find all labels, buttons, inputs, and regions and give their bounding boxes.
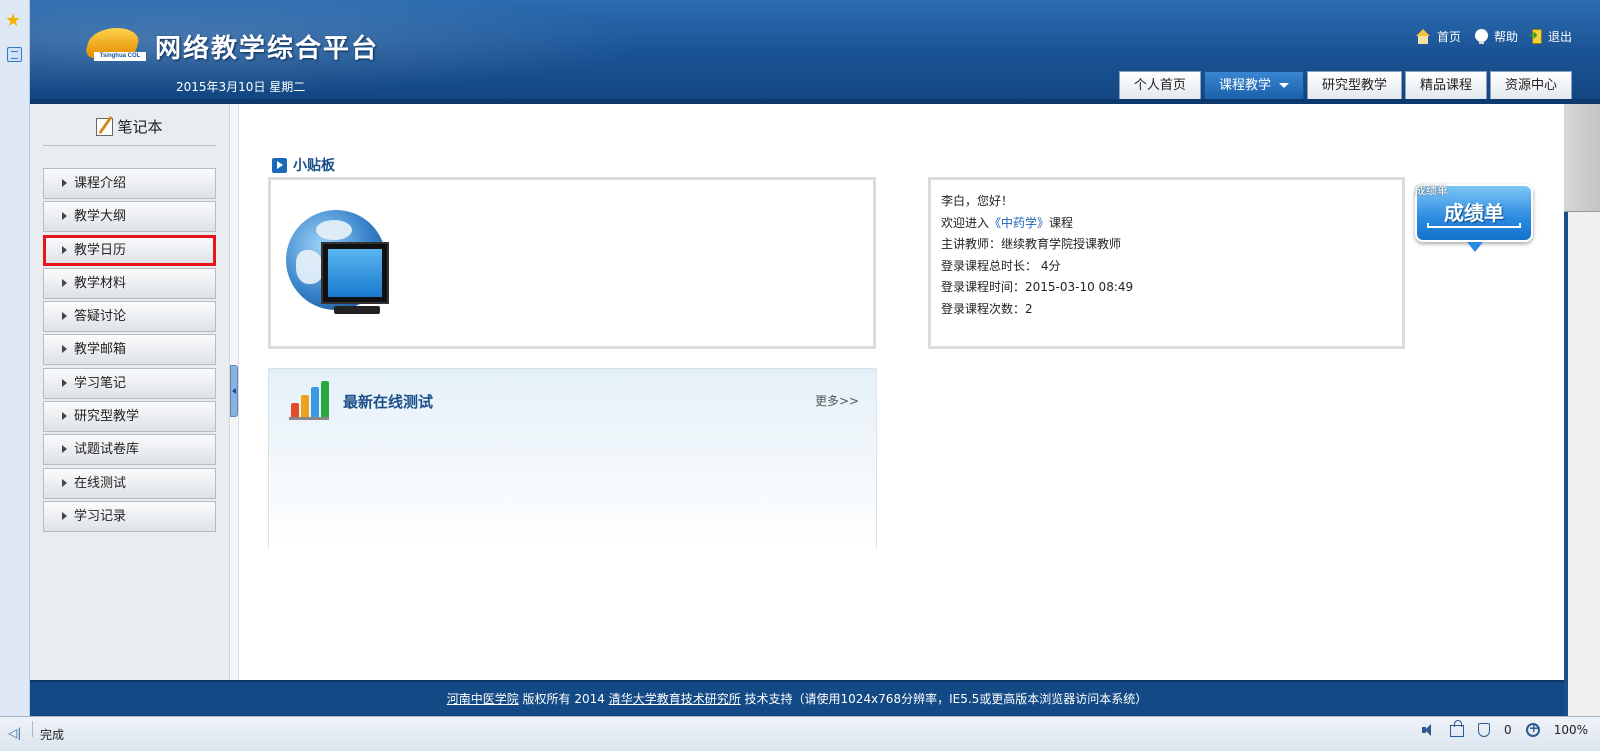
tab-quality-courses[interactable]: 精品课程 xyxy=(1404,71,1487,99)
monitor-screen xyxy=(328,249,382,297)
zoom-level[interactable]: 100% xyxy=(1554,723,1588,737)
login-time-text: 登录课程时间：2015-03-10 08:49 xyxy=(941,280,1134,294)
tsinghua-logo: Tsinghua COL xyxy=(83,24,146,62)
help-link-label: 帮助 xyxy=(1493,30,1518,44)
sidebar-collapse-handle[interactable] xyxy=(230,365,238,417)
zoom-icon[interactable] xyxy=(1525,721,1540,737)
favorites-rail: ★ xyxy=(0,0,30,733)
status-text: 完成 xyxy=(40,728,65,742)
grade-badge-label: 成绩单 xyxy=(1444,201,1504,225)
blocked-count: 0 xyxy=(1504,723,1512,737)
notice-board xyxy=(268,177,876,349)
tab-resource-center[interactable]: 资源中心 xyxy=(1489,71,1572,99)
total-duration-text: 登录课程总时长： 4分 xyxy=(941,258,1061,273)
bar-chart-icon-bar xyxy=(311,387,319,417)
sidebar: 笔记本 课程介绍 教学大纲 教学日历 教学材料 答疑讨论 教学邮箱 学习笔记 研… xyxy=(30,104,230,680)
bar-chart-icon-bar xyxy=(291,403,299,417)
more-link[interactable]: 更多>> xyxy=(815,392,859,409)
sidebar-item-study-records[interactable]: 学习记录 xyxy=(43,500,216,532)
footer-org-link[interactable]: 河南中医学院 xyxy=(447,692,519,706)
course-welcome-line: 欢迎进入《中药学》课程 xyxy=(941,213,1392,235)
grade-report-button[interactable]: 成绩单 成绩单 xyxy=(1415,182,1535,257)
bar-chart-icon-bar xyxy=(301,395,309,417)
login-count-text: 登录课程次数：2 xyxy=(941,301,1033,316)
teacher-text: 主讲教师：继续教育学院授课教师 xyxy=(941,237,1122,251)
sidebar-toggle-icon[interactable]: ◁| xyxy=(8,726,21,740)
speaker-icon[interactable] xyxy=(1420,723,1436,737)
status-separator xyxy=(32,721,33,737)
globe-land xyxy=(296,250,324,284)
exit-link-label: 退出 xyxy=(1547,30,1572,44)
welcome-prefix: 欢迎进入 xyxy=(941,215,990,230)
arrow-right-icon xyxy=(272,157,287,173)
tab-research-teaching[interactable]: 研究型教学 xyxy=(1306,71,1402,99)
sidebar-item-online-test[interactable]: 在线测试 xyxy=(43,467,216,499)
top-links: 首页 帮助 退出 xyxy=(1415,28,1572,45)
globe-land xyxy=(316,220,352,240)
current-date: 2015年3月10日 星期二 xyxy=(176,80,306,94)
footer-tech-link[interactable]: 清华大学教育技术研究所 xyxy=(609,692,741,706)
board-header: 小贴板 xyxy=(272,152,335,178)
help-link[interactable]: 帮助 xyxy=(1474,28,1518,45)
help-icon xyxy=(1474,29,1488,44)
bar-chart-icon-base xyxy=(289,417,329,420)
popup-blocker-icon[interactable] xyxy=(1478,723,1491,737)
exit-link[interactable]: 退出 xyxy=(1528,28,1572,45)
notebook-label: 笔记本 xyxy=(117,118,163,136)
exit-icon xyxy=(1528,28,1542,44)
home-link[interactable]: 首页 xyxy=(1415,28,1461,45)
welcome-suffix: 课程 xyxy=(1049,215,1074,230)
sidebar-item-research-teaching[interactable]: 研究型教学 xyxy=(43,401,216,433)
logo-tag: Tsinghua COL xyxy=(94,52,146,61)
feeds-icon[interactable] xyxy=(7,47,22,62)
monitor-stand xyxy=(334,306,380,314)
monitor-shape xyxy=(321,242,389,304)
latest-online-test-panel: 最新在线测试 更多>> xyxy=(268,368,877,548)
sidebar-item-teaching-materials[interactable]: 教学材料 xyxy=(43,267,216,299)
vertical-scrollbar[interactable] xyxy=(1564,104,1600,716)
site-title: 网络教学综合平台 xyxy=(155,34,380,64)
notebook-icon xyxy=(96,117,114,136)
sidebar-item-teaching-mailbox[interactable]: 教学邮箱 xyxy=(43,334,216,366)
status-right: 0 100% xyxy=(1420,720,1588,737)
sidebar-item-teaching-calendar[interactable]: 教学日历 xyxy=(43,234,216,266)
sidebar-item-question-bank[interactable]: 试题试卷库 xyxy=(43,434,216,466)
tab-personal-home[interactable]: 个人首页 xyxy=(1118,71,1201,99)
sidebar-item-syllabus[interactable]: 教学大纲 xyxy=(43,201,216,233)
sidebar-item-study-notes[interactable]: 学习笔记 xyxy=(43,367,216,399)
course-name-link[interactable]: 《中药学》 xyxy=(989,216,1049,230)
bar-chart-icon xyxy=(289,379,329,420)
security-lock-icon[interactable] xyxy=(1450,720,1465,737)
welcome-panel: 李白，您好！ 欢迎进入《中药学》课程 主讲教师：继续教育学院授课教师 登录课程总… xyxy=(928,177,1405,349)
browser-status-bar: ◁| 完成 0 100% xyxy=(0,716,1600,751)
globe-computer-icon xyxy=(286,210,396,320)
grade-badge-underline xyxy=(1427,223,1521,228)
main-content: 小贴板 李白，您好！ 欢迎进入《中药学》课程 主讲教师：继续教育学院授课教师 登… xyxy=(240,104,1564,680)
sidebar-menu: 课程介绍 教学大纲 教学日历 教学材料 答疑讨论 教学邮箱 学习笔记 研究型教学… xyxy=(43,168,216,534)
sidebar-item-qa-discussion[interactable]: 答疑讨论 xyxy=(43,301,216,333)
tab-course-teaching[interactable]: 课程教学 xyxy=(1203,71,1304,99)
board-title: 小贴板 xyxy=(293,158,335,174)
bar-chart-icon-bar xyxy=(321,381,329,417)
home-icon xyxy=(1415,28,1431,45)
footer-tech-support: 技术支持（请使用1024x768分辨率，IE5.5或更高版本浏览器访问本系统） xyxy=(740,692,1148,706)
grade-badge-alt-text: 成绩单 xyxy=(1415,184,1448,197)
site-footer: 河南中医学院 版权所有 2014 清华大学教育技术研究所 技术支持（请使用102… xyxy=(30,680,1564,716)
greeting-text: 李白，您好！ xyxy=(941,194,1014,208)
favorites-star-icon[interactable]: ★ xyxy=(5,12,21,30)
sidebar-item-course-intro[interactable]: 课程介绍 xyxy=(43,168,216,199)
footer-copyright: 版权所有 2014 xyxy=(518,692,609,706)
online-test-title: 最新在线测试 xyxy=(343,393,434,411)
tab-course-teaching-label: 课程教学 xyxy=(1218,78,1271,93)
main-nav-tabs: 个人首页 课程教学 研究型教学 精品课程 资源中心 xyxy=(1118,71,1572,99)
notebook-button[interactable]: 笔记本 xyxy=(43,116,216,146)
chevron-down-icon xyxy=(1278,83,1289,88)
site-header: Tsinghua COL 网络教学综合平台 2015年3月10日 星期二 首页 … xyxy=(30,0,1600,104)
home-link-label: 首页 xyxy=(1436,30,1461,44)
grade-badge-tail xyxy=(1467,242,1483,252)
scrollbar-thumb[interactable] xyxy=(1564,104,1600,212)
